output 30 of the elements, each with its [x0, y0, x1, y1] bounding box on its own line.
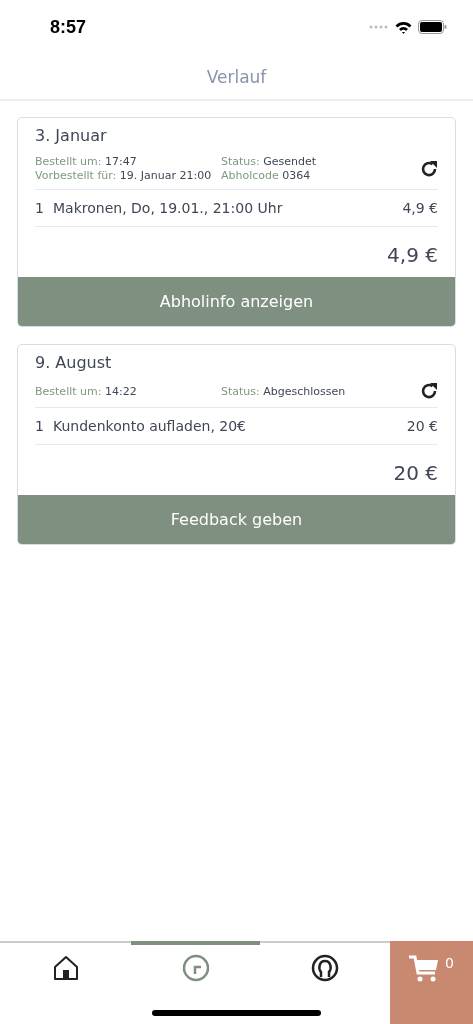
signal-icon: [369, 25, 389, 29]
order-date: 9. August: [35, 353, 112, 372]
order-detail: Status: Abgeschlossen: [221, 384, 347, 398]
wifi-icon: [395, 20, 412, 34]
item-price: 4,9 €: [402, 200, 438, 216]
order-detail: Bestellt um: 17:47: [35, 155, 138, 168]
cart-button[interactable]: 0: [390, 941, 473, 1024]
order-detail: Abholcode 0364: [221, 169, 312, 182]
user-icon: [311, 954, 340, 982]
action-button[interactable]: Abholinfo anzeigen: [18, 277, 455, 326]
action-button[interactable]: Feedback geben: [18, 495, 455, 544]
reload-icon[interactable]: [420, 159, 438, 178]
item-name: Kundenkonto aufladen, 20€: [53, 418, 247, 434]
order-total: 20 €: [393, 461, 438, 485]
item-name: Makronen, Do, 19.01., 21:00 Uhr: [53, 200, 284, 216]
battery-icon: [418, 20, 447, 34]
order-total: 4,9 €: [387, 243, 438, 267]
order-date: 3. Januar: [35, 126, 107, 145]
status-time: 8:57: [50, 16, 87, 38]
cart-icon: [409, 955, 440, 983]
order-detail: Status: Gesendet: [221, 155, 318, 168]
item-price: 20 €: [406, 418, 438, 434]
order-detail: Vorbestellt für: 19. Januar 21:00: [35, 169, 213, 182]
order-detail: Bestellt um: 14:22: [35, 384, 138, 398]
page-title: Verlauf: [206, 66, 267, 87]
clock-icon: [181, 954, 210, 982]
home-icon: [52, 955, 79, 981]
item-quantity: 1: [35, 418, 45, 434]
item-quantity: 1: [35, 200, 45, 216]
reload-icon[interactable]: [420, 382, 438, 400]
